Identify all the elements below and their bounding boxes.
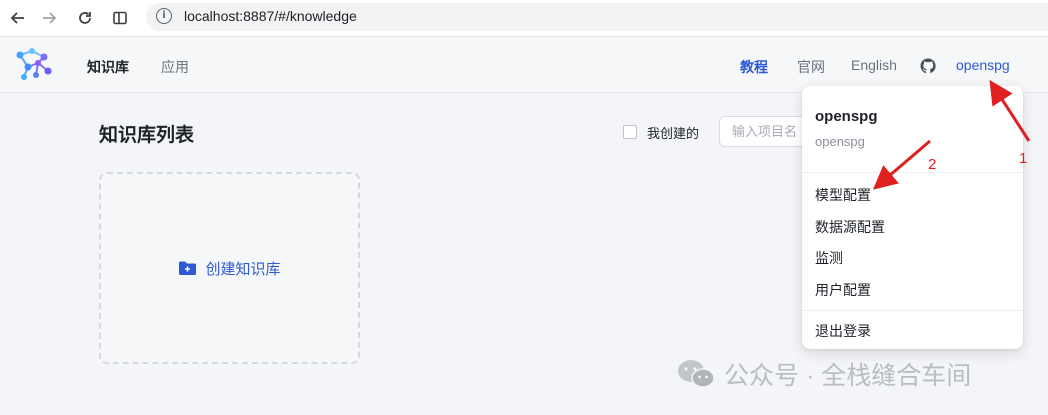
nav-knowledge[interactable]: 知识库 [87, 57, 129, 77]
openspg-logo[interactable] [14, 45, 54, 83]
browser-toolbar: i localhost:8887/#/knowledge [0, 0, 1048, 37]
wechat-icon [678, 360, 715, 388]
menu-item-user-config[interactable]: 用户配置 [815, 280, 871, 300]
reload-icon[interactable] [73, 6, 97, 30]
github-icon[interactable] [920, 58, 936, 74]
annotation-label-2: 2 [928, 156, 937, 173]
official-site-link[interactable]: 官网 [797, 57, 825, 77]
dropdown-username: openspg [815, 108, 878, 125]
create-knowledge-button[interactable]: 创建知识库 [178, 258, 281, 279]
address-bar[interactable]: i localhost:8887/#/knowledge [146, 3, 1048, 31]
tutorial-link[interactable]: 教程 [740, 57, 768, 77]
folder-plus-icon [179, 261, 197, 275]
dropdown-divider [802, 310, 1023, 311]
watermark-text: 公众号 · 全栈缝合车间 [724, 362, 972, 390]
mine-checkbox[interactable] [623, 125, 637, 139]
user-menu-trigger[interactable]: openspg [956, 57, 1010, 73]
dropdown-subname: openspg [815, 134, 865, 149]
menu-item-datasource-config[interactable]: 数据源配置 [815, 217, 885, 237]
dropdown-divider [802, 172, 1023, 173]
annotation-label-1: 1 [1019, 150, 1028, 167]
page-title: 知识库列表 [99, 125, 195, 146]
watermark: 公众号 · 全栈缝合车间 [676, 356, 971, 392]
menu-item-model-config[interactable]: 模型配置 [815, 185, 871, 205]
nav-app[interactable]: 应用 [161, 57, 189, 77]
user-dropdown-menu: openspg openspg 模型配置 数据源配置 监测 用户配置 退出登录 [802, 86, 1023, 349]
info-icon[interactable]: i [156, 8, 172, 24]
menu-item-logout[interactable]: 退出登录 [815, 321, 871, 341]
arrow-left-icon[interactable] [6, 6, 30, 30]
language-english-link[interactable]: English [851, 57, 897, 73]
create-knowledge-card[interactable]: 创建知识库 [99, 172, 360, 364]
url-text[interactable]: localhost:8887/#/knowledge [184, 8, 357, 24]
split-view-icon[interactable] [108, 6, 132, 30]
app-header: 知识库 应用 教程 官网 English openspg [0, 37, 1048, 93]
create-knowledge-label: 创建知识库 [205, 260, 281, 278]
arrow-right-icon[interactable] [37, 6, 61, 30]
menu-item-monitor[interactable]: 监测 [815, 248, 843, 268]
mine-checkbox-label[interactable]: 我创建的 [647, 123, 699, 142]
